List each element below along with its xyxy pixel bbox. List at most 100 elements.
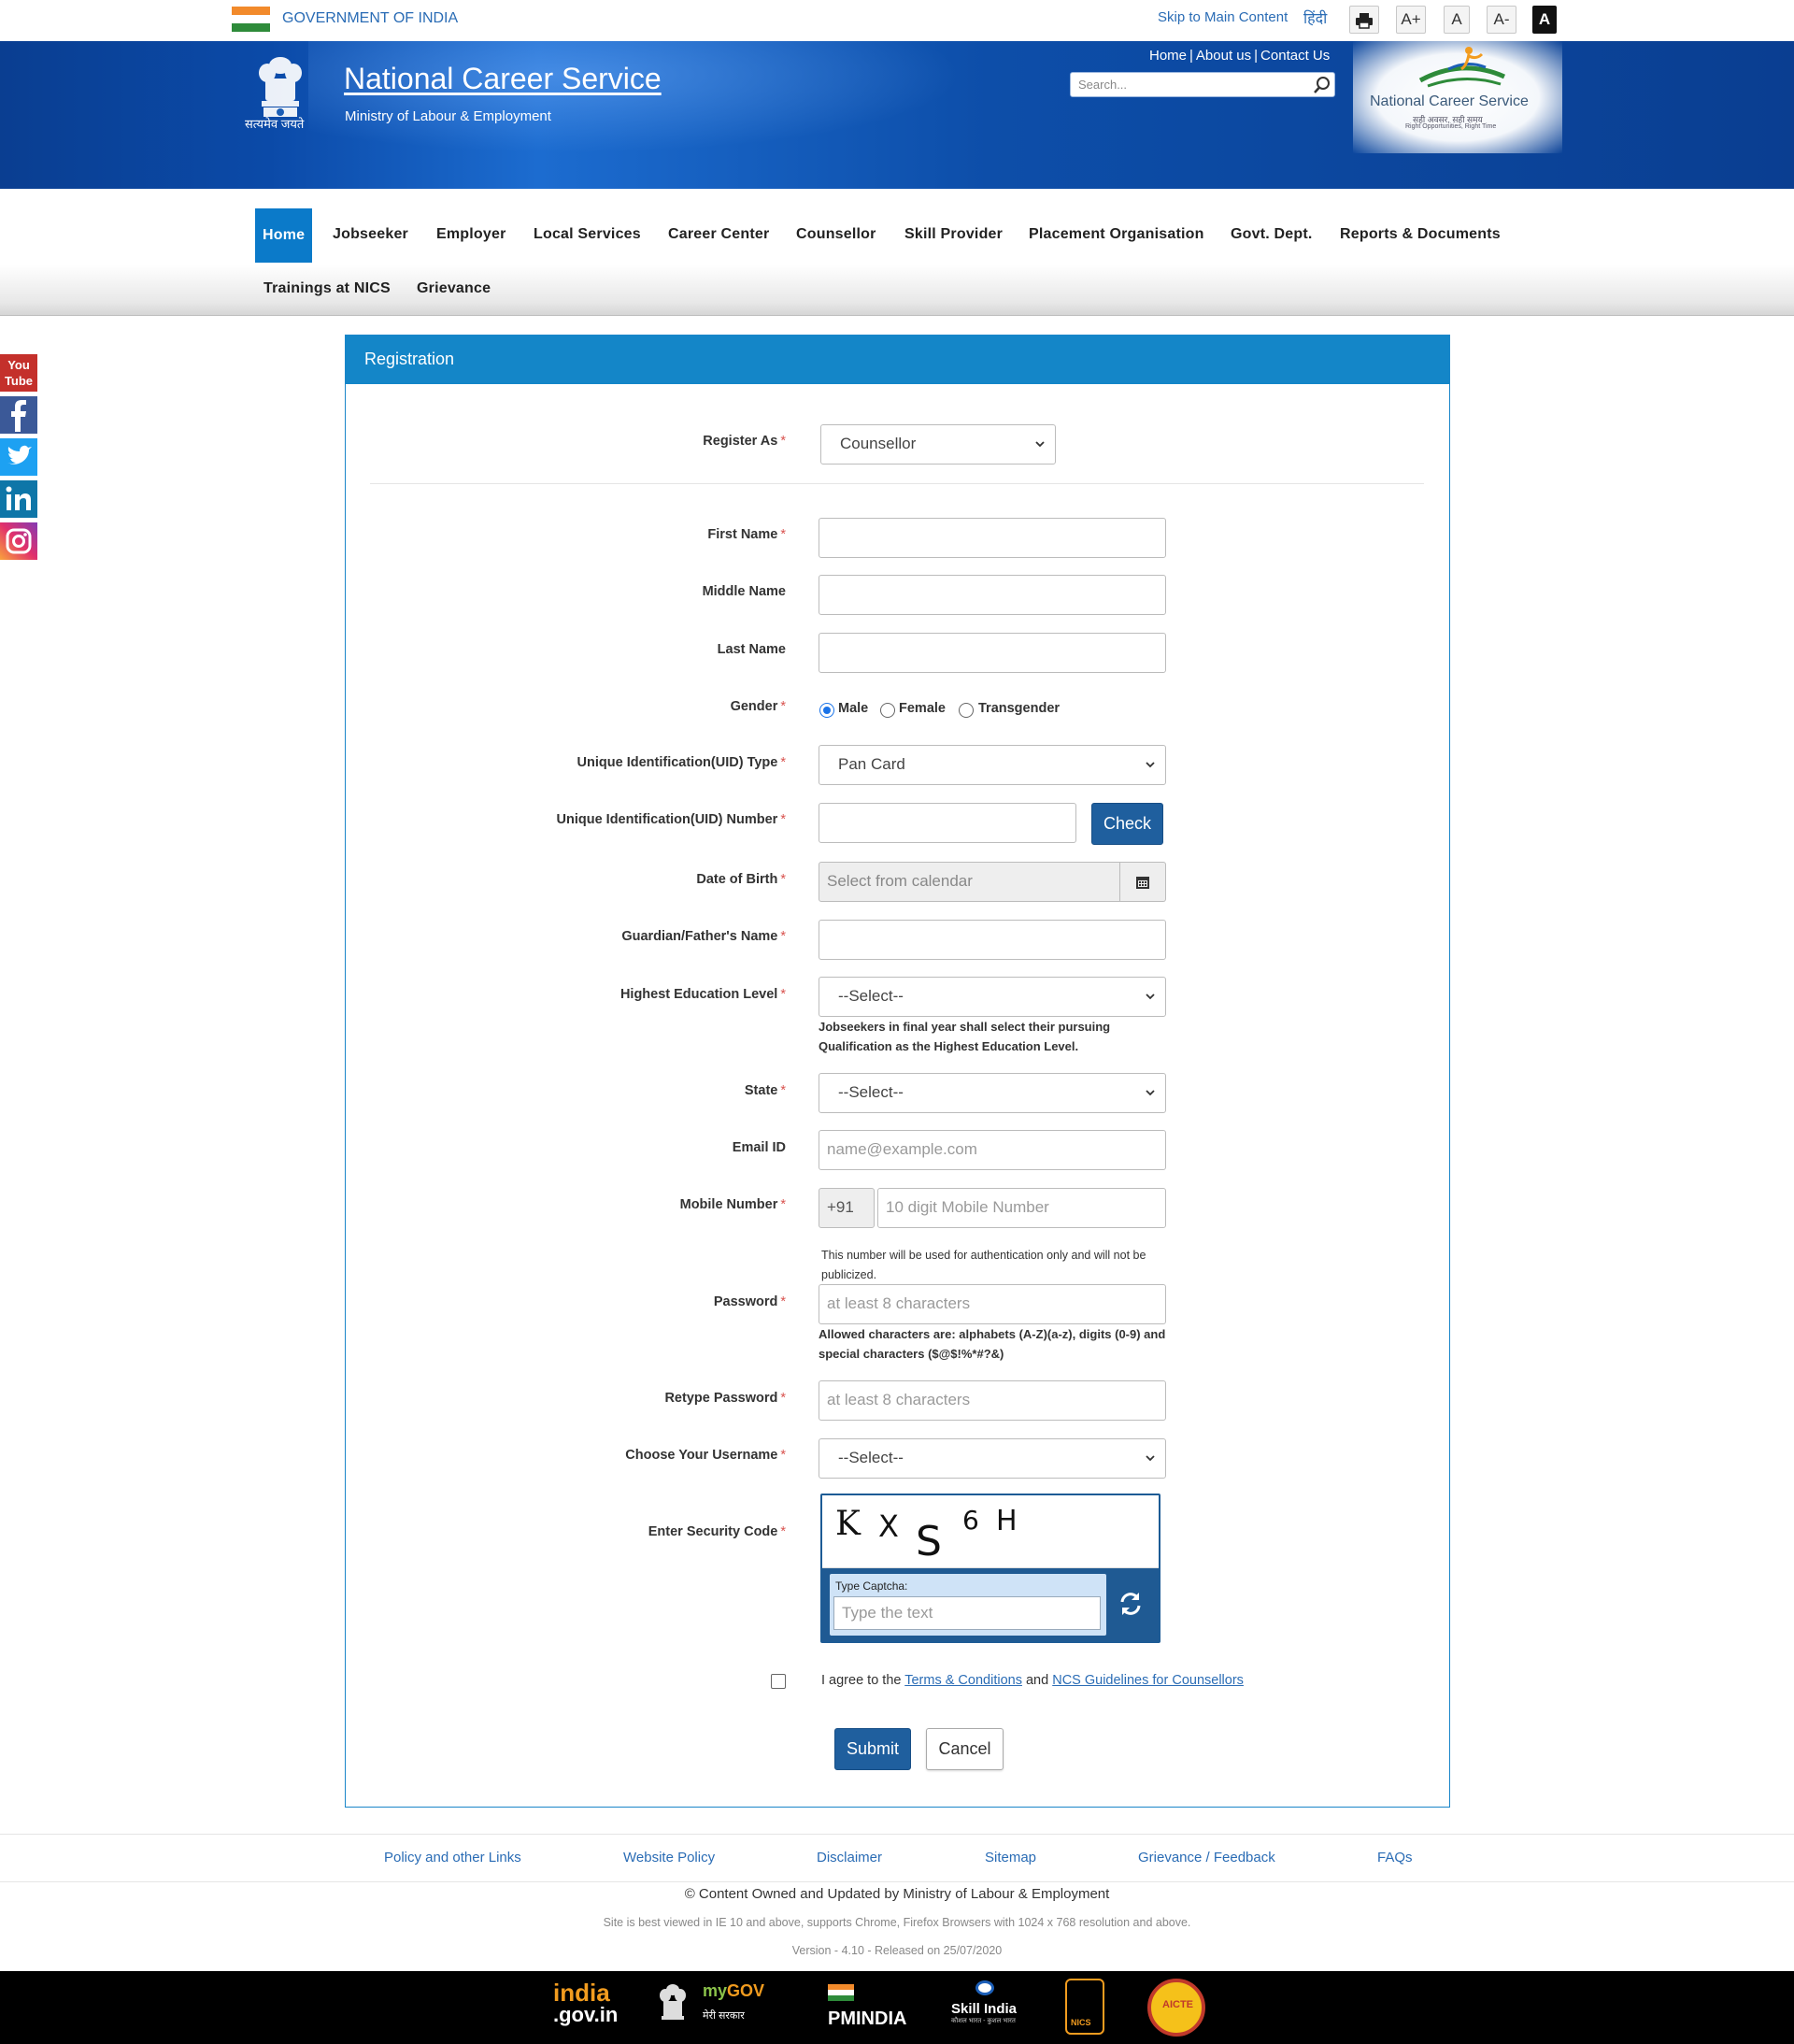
dob-label: Date of Birth * [696,872,786,887]
nav-counsellor[interactable]: Counsellor [796,226,876,243]
email-input[interactable]: name@example.com [819,1130,1166,1170]
youtube-icon[interactable]: You Tube [0,354,37,392]
state-select[interactable]: --Select-- [819,1073,1166,1113]
instagram-icon[interactable] [0,522,37,560]
nav-govt-dept[interactable]: Govt. Dept. [1231,226,1313,243]
terms-conditions-link[interactable]: Terms & Conditions [904,1673,1022,1688]
india-gov-logo[interactable]: india .gov.in [553,1980,626,2033]
footer-link-disclaimer[interactable]: Disclaimer [817,1850,882,1865]
footer-link-sitemap[interactable]: Sitemap [985,1850,1036,1865]
email-label: Email ID [732,1140,786,1155]
aicte-logo[interactable]: AICTE [1147,1979,1205,2037]
ncs-logo-tagline-english: Right Opportunities, Right Time [1405,123,1497,130]
captcha-char: 6 [962,1505,979,1536]
refresh-icon[interactable] [1114,1587,1147,1621]
retype-password-input[interactable]: at least 8 characters [819,1380,1166,1421]
captcha-footer: Type Captcha: Type the text [822,1568,1159,1641]
search-icon[interactable] [1312,75,1332,95]
password-input[interactable]: at least 8 characters [819,1284,1166,1324]
ncs-guidelines-link[interactable]: NCS Guidelines for Counsellors [1052,1673,1244,1688]
ncs-logo-icon [1418,47,1506,88]
main-navigation: Home Jobseeker Employer Local Services C… [0,189,1794,316]
gender-male-radio[interactable] [819,703,834,718]
nav-home[interactable]: Home [255,208,313,263]
india-flag-icon [232,7,270,32]
middle-name-input[interactable] [819,575,1166,615]
check-uid-button[interactable]: Check [1091,803,1163,845]
nav-skill-provider[interactable]: Skill Provider [904,226,1003,243]
username-select[interactable]: --Select-- [819,1438,1166,1479]
calendar-button[interactable] [1120,862,1166,902]
emblem-icon[interactable] [658,1982,688,2029]
nav-trainings-at-nics[interactable]: Trainings at NICS [263,280,391,297]
register-as-label: Register As * [703,434,786,449]
about-us-link[interactable]: About us [1196,48,1251,64]
gender-female-radio[interactable] [880,703,895,718]
submit-button[interactable]: Submit [834,1728,911,1770]
last-name-input[interactable] [819,633,1166,673]
government-label: GOVERNMENT OF INDIA [282,10,459,26]
print-button[interactable] [1349,6,1379,34]
uid-type-label: Unique Identification(UID) Type * [577,755,786,770]
footer-link-grievance[interactable]: Grievance / Feedback [1138,1850,1275,1865]
font-normal-button[interactable]: A [1444,6,1470,34]
home-link[interactable]: Home [1149,48,1187,64]
version-text: Version - 4.10 - Released on 25/07/2020 [791,1944,1003,1957]
education-level-label: Highest Education Level * [619,987,786,1002]
nav-employer[interactable]: Employer [436,226,506,243]
nav-placement-organisation[interactable]: Placement Organisation [1029,226,1204,243]
high-contrast-button[interactable]: A [1532,6,1557,34]
first-name-input[interactable] [819,518,1166,558]
agree-checkbox[interactable] [771,1674,786,1689]
gender-male-label: Male [838,701,869,716]
twitter-icon[interactable] [0,438,37,476]
uid-number-input[interactable] [819,803,1076,843]
copyright-text: © Content Owned and Updated by Ministry … [684,1886,1110,1902]
education-help-text: Jobseekers in final year shall select th… [819,1020,1111,1053]
search-input[interactable]: Search... [1070,72,1335,97]
skip-to-content-link[interactable]: Skip to Main Content [1158,9,1288,25]
guardian-name-input[interactable] [819,920,1166,960]
header-links: Home | About us | Contact Us [1149,48,1331,64]
nav-local-services[interactable]: Local Services [534,226,641,243]
mygov-logo[interactable]: myGOV मेरी सरकार [703,1982,764,2033]
partner-logos-bar: india .gov.in myGOV मेरी सरकार PMINDIA S… [0,1971,1794,2044]
nav-career-center[interactable]: Career Center [668,226,769,243]
top-utility-bar: GOVERNMENT OF INDIA Skip to Main Content… [0,0,1794,41]
youtube-icon-text-tube: Tube [4,374,34,388]
skill-india-logo[interactable]: Skill India कौशल भारत - कुशल भारत [951,1980,1022,2035]
site-header: सत्यमेव जयते National Career Service Min… [0,41,1794,189]
chevron-down-icon [1035,441,1045,448]
country-code-prefix: +91 [819,1188,875,1228]
footer-link-faqs[interactable]: FAQs [1377,1850,1413,1865]
cancel-button[interactable]: Cancel [926,1728,1004,1770]
captcha-input[interactable]: Type the text [833,1596,1101,1630]
footer-link-website-policy[interactable]: Website Policy [623,1850,715,1865]
education-level-select[interactable]: --Select-- [819,977,1166,1017]
linkedin-icon[interactable] [0,480,37,518]
font-decrease-button[interactable]: A- [1487,6,1516,34]
captcha-char: X [878,1508,899,1544]
captcha-char: H [996,1505,1018,1537]
pmindia-logo[interactable]: PMINDIA [794,1980,916,2035]
uid-type-select[interactable]: Pan Card [819,745,1166,785]
dob-input[interactable]: Select from calendar [819,862,1120,902]
gender-transgender-radio[interactable] [959,703,974,718]
nav-jobseeker[interactable]: Jobseeker [333,226,408,243]
last-name-label: Last Name [717,642,786,657]
nav-grievance[interactable]: Grievance [417,280,491,297]
facebook-icon[interactable] [0,396,37,434]
nav-reports-documents[interactable]: Reports & Documents [1340,226,1501,243]
captcha-type-label: Type Captcha: [835,1579,908,1593]
nics-logo[interactable]: NICS [1065,1979,1104,2035]
font-increase-button[interactable]: A+ [1396,6,1426,34]
contact-us-link[interactable]: Contact Us [1260,48,1330,64]
footer-links: Policy and other Links Website Policy Di… [0,1834,1794,1882]
mobile-input[interactable]: 10 digit Mobile Number [877,1188,1166,1228]
register-as-select[interactable]: Counsellor [820,424,1056,465]
mobile-label: Mobile Number * [679,1197,786,1212]
footer-link-policy[interactable]: Policy and other Links [384,1850,521,1865]
captcha-char: K [835,1505,861,1543]
hindi-link[interactable]: हिंदी [1303,7,1327,28]
site-title[interactable]: National Career Service [344,62,662,96]
